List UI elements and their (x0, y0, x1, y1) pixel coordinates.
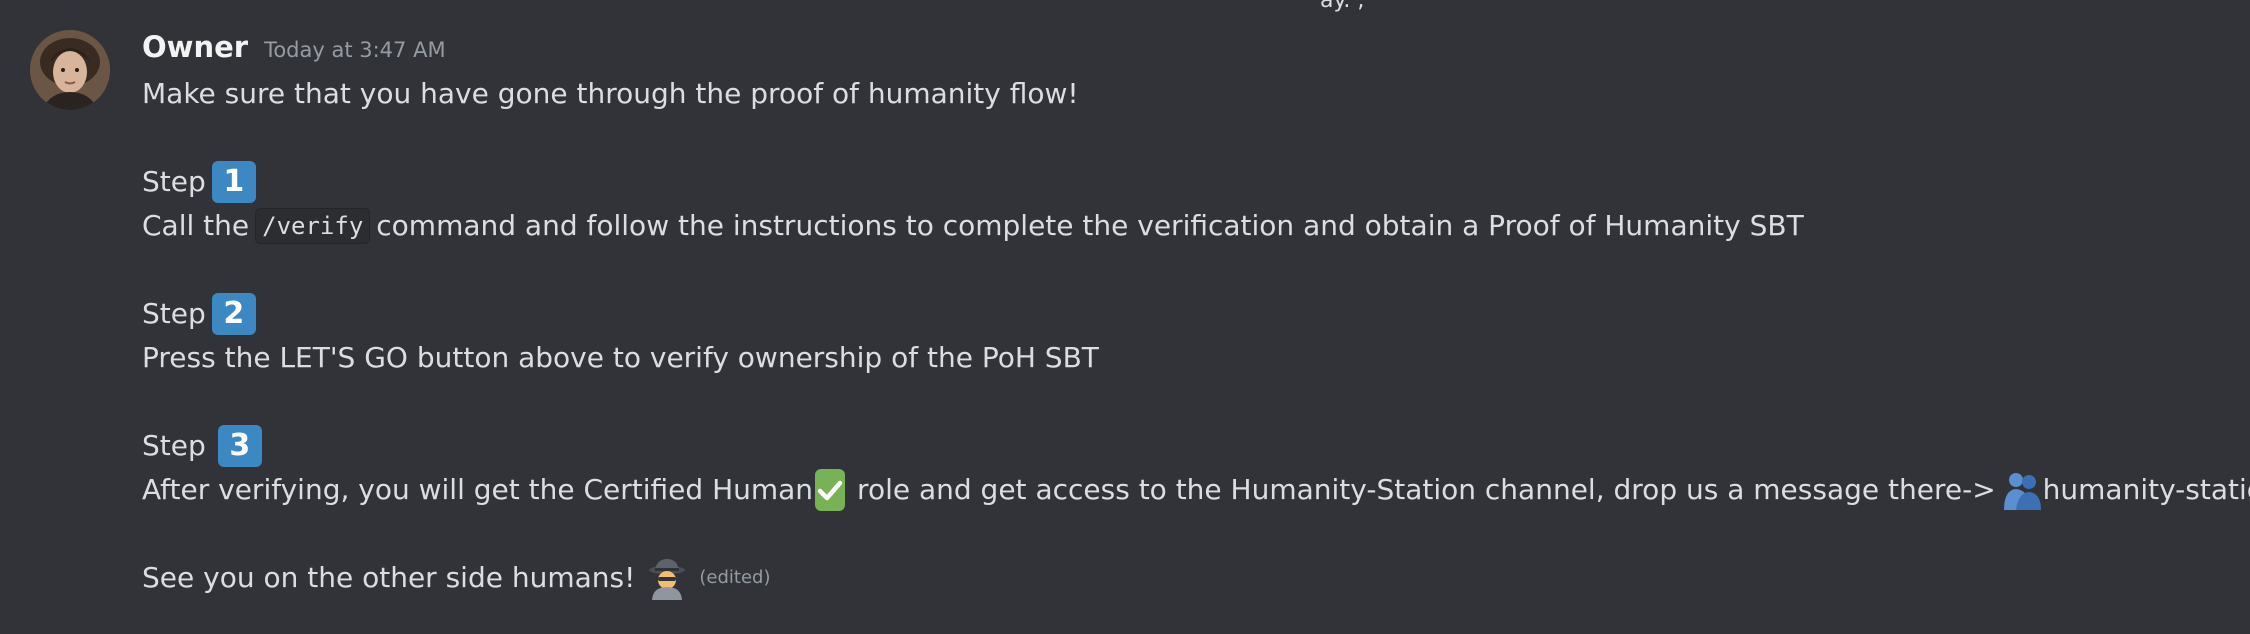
step-label: Step (142, 429, 206, 462)
keycap-three-icon: 3 (217, 425, 262, 467)
avatar[interactable] (30, 30, 110, 110)
closing-line: See you on the other side humans! (edite… (142, 556, 2250, 600)
check-mark-button-icon (815, 469, 846, 511)
step-2-heading: Step 2 (142, 292, 2250, 336)
intro-line: Make sure that you have gone through the… (142, 77, 1079, 110)
message-header: Owner Today at 3:47 AM (142, 30, 446, 72)
step-1-text-after: command and follow the instructions to c… (376, 209, 1804, 242)
detective-icon (645, 556, 689, 600)
step-3-text-before: After verifying, you will get the Certif… (142, 473, 814, 506)
step-1-text: Call the /verify command and follow the … (142, 204, 2250, 248)
people-hugging-icon (2002, 470, 2042, 510)
step-3-text: After verifying, you will get the Certif… (142, 468, 2250, 512)
keycap-one-icon: 1 (211, 161, 256, 203)
step-label: Step (142, 165, 206, 198)
closing-text: See you on the other side humans! (142, 561, 636, 594)
step-3-text-after: role and get access to the Humanity-Stat… (857, 473, 1996, 506)
verify-command-code: /verify (255, 208, 371, 244)
step-1-heading: Step 1 (142, 160, 2250, 204)
edited-label: (edited) (699, 567, 771, 588)
username[interactable]: Owner (142, 30, 248, 64)
timestamp[interactable]: Today at 3:47 AM (264, 38, 446, 62)
chat-message: Owner Today at 3:47 AM Make sure that yo… (0, 0, 2250, 634)
message-content: Make sure that you have gone through the… (142, 72, 2250, 600)
keycap-two-icon: 2 (211, 293, 256, 335)
step-3-heading: Step 3 (142, 424, 2250, 468)
channel-mention-humanity-station[interactable]: humanity-station (2043, 468, 2250, 512)
step-2-text: Press the LET'S GO button above to verif… (142, 341, 1099, 374)
step-label: Step (142, 297, 206, 330)
step-1-text-before: Call the (142, 209, 250, 242)
